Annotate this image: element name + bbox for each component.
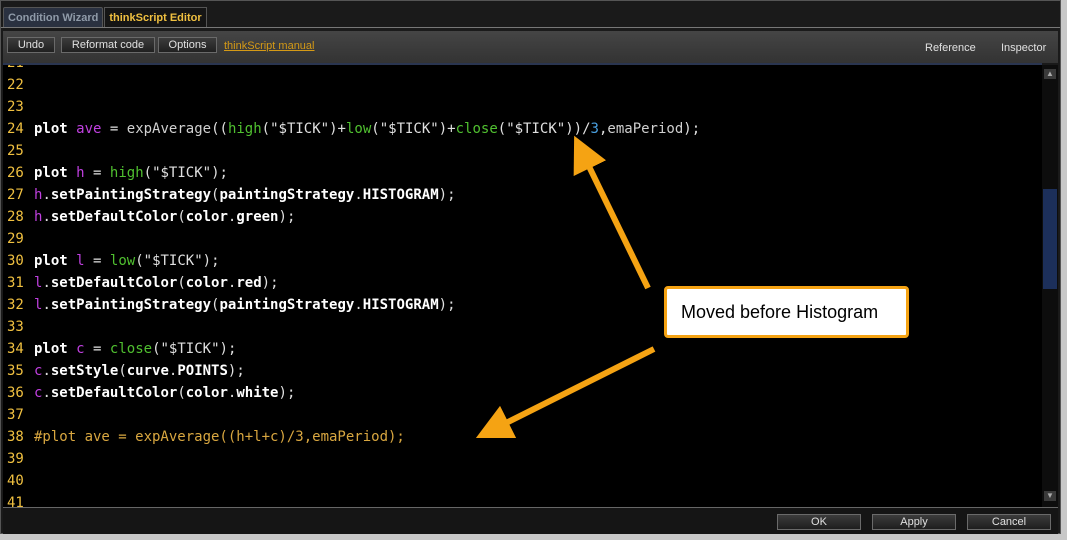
arrow-to-line-38 xyxy=(475,346,656,439)
annotation-callout: Moved before Histogram xyxy=(664,286,909,338)
annotation-arrows xyxy=(475,135,656,439)
arrow-to-line-24 xyxy=(573,135,651,290)
